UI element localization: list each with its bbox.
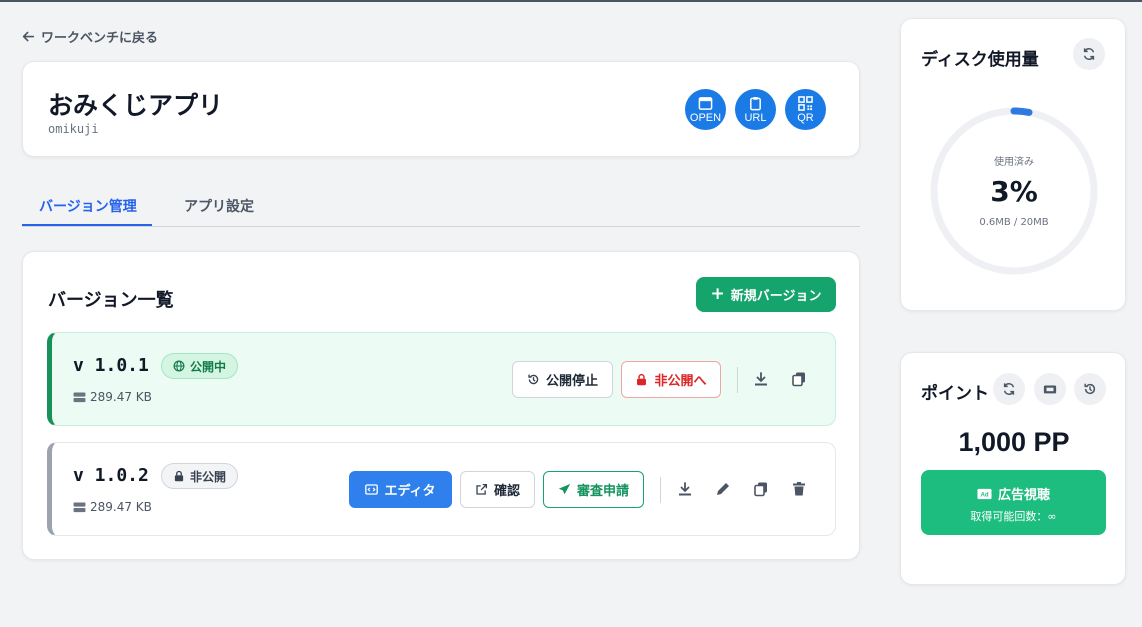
history-icon bbox=[1084, 383, 1096, 395]
back-to-workbench-link[interactable]: ワークベンチに戻る bbox=[22, 27, 158, 46]
status-badge: 公開中 bbox=[161, 353, 239, 379]
version-size-value: 289.47 KB bbox=[90, 390, 152, 404]
lock-icon bbox=[174, 470, 184, 482]
points-history-button[interactable] bbox=[1074, 373, 1106, 405]
open-button-label: OPEN bbox=[689, 111, 722, 124]
editor-button[interactable]: エディタ bbox=[349, 471, 452, 508]
watch-ad-remaining: 取得可能回数：∞ bbox=[970, 510, 1057, 523]
ad-icon: Ad bbox=[977, 488, 992, 499]
qr-button-label: QR bbox=[797, 111, 814, 124]
svg-text:Ad: Ad bbox=[980, 491, 988, 498]
disk-usage-card: ディスク使用量 使用済み 3% 0.6MB / 20MB bbox=[900, 18, 1126, 311]
preview-button-label: 確認 bbox=[493, 484, 520, 499]
open-app-button[interactable]: OPEN bbox=[685, 89, 726, 130]
watch-ad-button[interactable]: Ad 広告視聴 取得可能回数：∞ bbox=[921, 470, 1106, 535]
new-version-button[interactable]: + 新規バージョン bbox=[696, 277, 836, 312]
unpublish-stop-button[interactable]: 公開停止 bbox=[512, 361, 613, 398]
ticket-button[interactable] bbox=[1034, 373, 1066, 405]
points-title: ポイント bbox=[921, 384, 989, 404]
refresh-icon bbox=[1003, 383, 1015, 395]
hard-drive-icon bbox=[73, 391, 86, 402]
preview-button[interactable]: 確認 bbox=[460, 471, 535, 508]
new-version-label: 新規バージョン bbox=[730, 289, 822, 304]
points-balance: 1,000 PP bbox=[958, 427, 1070, 457]
paper-plane-icon bbox=[558, 483, 571, 495]
globe-icon bbox=[173, 360, 185, 372]
code-icon bbox=[365, 484, 379, 495]
gauge-percent: 3% bbox=[990, 175, 1038, 208]
trash-icon[interactable] bbox=[791, 481, 807, 497]
pencil-icon[interactable] bbox=[715, 481, 731, 497]
action-divider bbox=[737, 367, 738, 393]
editor-button-label: エディタ bbox=[384, 484, 436, 499]
version-row: v 1.0.2 非公開 289.47 KB エディタ 確認 審査申請 bbox=[47, 442, 836, 536]
action-divider bbox=[660, 477, 661, 503]
refresh-icon bbox=[1083, 48, 1095, 60]
url-button-label: URL bbox=[744, 111, 767, 124]
watch-ad-label: 広告視聴 bbox=[997, 488, 1050, 503]
make-private-label: 非公開へ bbox=[654, 374, 707, 389]
version-size: 289.47 KB bbox=[73, 390, 152, 404]
points-card: ポイント 1,000 PP Ad 広告視聴 取得可能回数：∞ bbox=[900, 352, 1126, 585]
version-size-value: 289.47 KB bbox=[90, 500, 152, 514]
tab-version-management[interactable]: バージョン管理 bbox=[39, 196, 137, 216]
gauge-usage-detail: 0.6MB / 20MB bbox=[979, 217, 1049, 228]
hard-drive-icon bbox=[73, 501, 86, 512]
app-title: おみくじアプリ bbox=[48, 91, 224, 120]
version-row: v 1.0.1 公開中 289.47 KB 公開停止 非公開へ bbox=[47, 332, 836, 426]
submit-review-button[interactable]: 審査申請 bbox=[543, 471, 644, 508]
make-private-button[interactable]: 非公開へ bbox=[621, 361, 721, 398]
lock-icon bbox=[637, 373, 647, 386]
submit-review-label: 審査申請 bbox=[576, 484, 629, 499]
external-link-icon bbox=[476, 483, 488, 495]
qr-code-button[interactable]: QR bbox=[785, 89, 826, 130]
version-list-title: バージョン一覧 bbox=[48, 290, 174, 311]
status-badge: 非公開 bbox=[161, 463, 239, 489]
version-list-card: バージョン一覧 + 新規バージョン v 1.0.1 公開中 289.47 KB … bbox=[22, 251, 860, 560]
window-icon bbox=[698, 96, 713, 110]
history-icon bbox=[528, 374, 539, 385]
qr-code-icon bbox=[798, 95, 813, 111]
version-number: v 1.0.1 bbox=[73, 355, 149, 376]
download-icon[interactable] bbox=[677, 481, 693, 497]
active-tab-indicator bbox=[22, 224, 152, 226]
refresh-points-button[interactable] bbox=[993, 373, 1025, 405]
status-label: 公開中 bbox=[190, 359, 227, 374]
version-size: 289.47 KB bbox=[73, 500, 152, 514]
app-slug: omikuji bbox=[48, 122, 99, 136]
plus-icon: + bbox=[710, 284, 725, 304]
download-icon[interactable] bbox=[753, 371, 769, 387]
clipboard-icon bbox=[750, 96, 761, 110]
refresh-disk-button[interactable] bbox=[1073, 38, 1105, 70]
copy-icon[interactable] bbox=[791, 371, 807, 387]
window-top-border bbox=[0, 0, 1142, 2]
arrow-left-icon bbox=[22, 31, 35, 42]
disk-usage-title: ディスク使用量 bbox=[921, 50, 1039, 70]
app-header-card: おみくじアプリ omikuji OPEN URL QR bbox=[22, 61, 860, 157]
watch-ad-main: Ad 広告視聴 bbox=[921, 484, 1106, 503]
back-link-label: ワークベンチに戻る bbox=[41, 31, 159, 46]
gauge-used-label: 使用済み bbox=[994, 157, 1034, 168]
copy-url-button[interactable]: URL bbox=[735, 89, 776, 130]
status-label: 非公開 bbox=[190, 469, 227, 484]
ticket-icon bbox=[1043, 385, 1057, 394]
version-number: v 1.0.2 bbox=[73, 465, 149, 486]
stop-button-label: 公開停止 bbox=[545, 374, 598, 389]
copy-icon[interactable] bbox=[753, 481, 769, 497]
tab-app-settings[interactable]: アプリ設定 bbox=[184, 196, 254, 216]
tab-bar: バージョン管理 アプリ設定 bbox=[22, 184, 860, 227]
